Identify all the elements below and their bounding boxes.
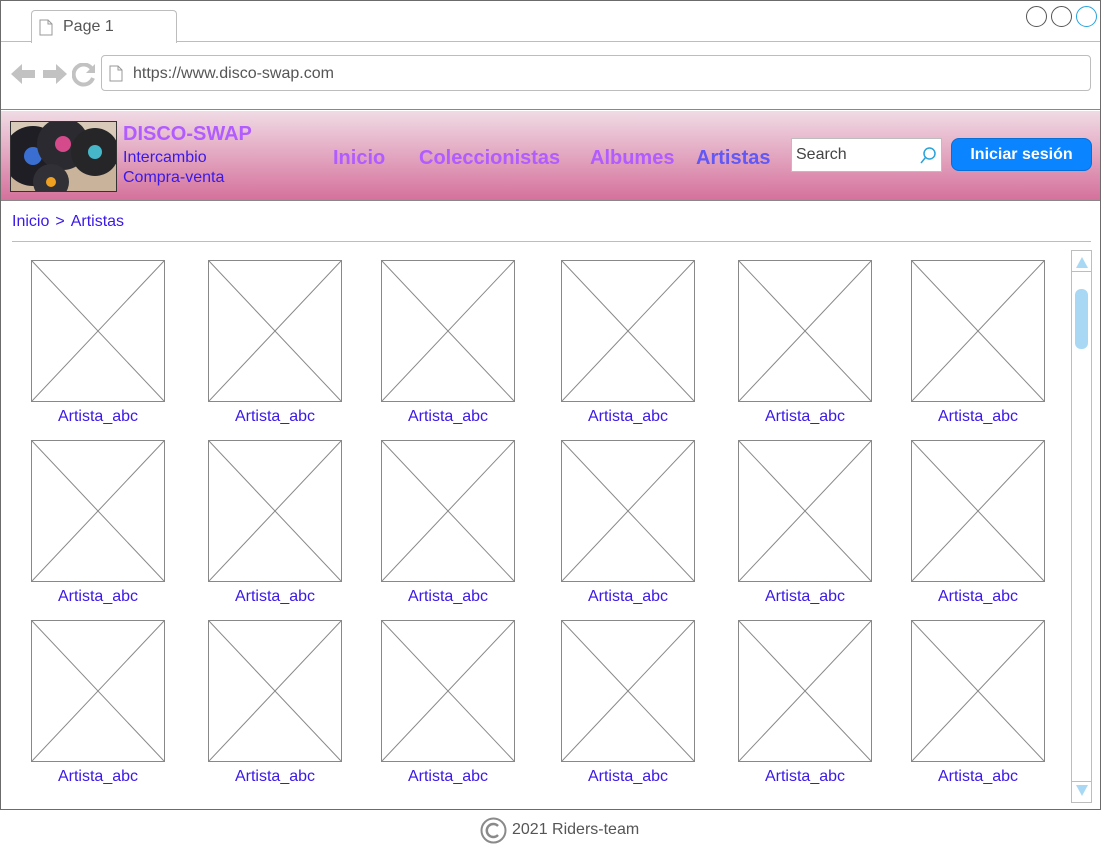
scroll-up-icon[interactable] [1076, 257, 1088, 268]
image-placeholder-icon [209, 261, 341, 401]
artist-name[interactable]: Artista_abc [8, 768, 188, 786]
tab-bar: Page 1 [1, 1, 1100, 43]
search-icon[interactable] [920, 147, 936, 165]
artist-card-image[interactable] [381, 620, 515, 762]
window-maximize-button[interactable] [1051, 6, 1072, 27]
login-button[interactable]: Iniciar sesión [951, 138, 1092, 171]
scrollbar-separator [1072, 271, 1091, 272]
artist-name[interactable]: Artista_abc [185, 588, 365, 606]
artist-name[interactable]: Artista_abc [358, 408, 538, 426]
vinyl-records-image [11, 122, 116, 191]
artist-card-image[interactable] [738, 620, 872, 762]
reload-icon[interactable] [72, 63, 96, 87]
artist-name[interactable]: Artista_abc [888, 588, 1068, 606]
scroll-thumb[interactable] [1075, 289, 1088, 349]
artist-name[interactable]: Artista_abc [715, 768, 895, 786]
artist-card-image[interactable] [738, 440, 872, 582]
image-placeholder-icon [912, 621, 1044, 761]
artist-card-image[interactable] [31, 440, 165, 582]
artist-card-image[interactable] [208, 440, 342, 582]
artist-name[interactable]: Artista_abc [538, 768, 718, 786]
footer-text: 2021 Riders-team [512, 821, 640, 838]
url-text: https://www.disco-swap.com [133, 65, 334, 82]
copyright-icon [480, 817, 507, 844]
artist-name[interactable]: Artista_abc [185, 768, 365, 786]
browser-window: Page 1 https://www.disco-swap.com DISCO-… [0, 0, 1101, 810]
nav-inicio[interactable]: Inicio [333, 147, 385, 170]
scroll-down-icon[interactable] [1076, 785, 1088, 796]
image-placeholder-icon [32, 621, 164, 761]
address-bar[interactable]: https://www.disco-swap.com [101, 55, 1091, 91]
artist-card-image[interactable] [381, 440, 515, 582]
breadcrumb-home[interactable]: Inicio [12, 213, 49, 230]
window-close-button[interactable] [1076, 6, 1097, 27]
footer: 2021 Riders-team [0, 815, 1101, 844]
artist-card-image[interactable] [911, 440, 1045, 582]
image-placeholder-icon [32, 261, 164, 401]
divider [12, 241, 1091, 242]
artist-card-image[interactable] [31, 260, 165, 402]
artist-card-image[interactable] [381, 260, 515, 402]
tab-label: Page 1 [63, 18, 114, 35]
image-placeholder-icon [562, 441, 694, 581]
artist-card-image[interactable] [561, 620, 695, 762]
artist-card-image[interactable] [208, 260, 342, 402]
arrow-right-icon[interactable] [41, 63, 67, 85]
image-placeholder-icon [382, 621, 514, 761]
image-placeholder-icon [382, 261, 514, 401]
artist-name[interactable]: Artista_abc [538, 408, 718, 426]
tagline-exchange: Intercambio [123, 149, 207, 166]
site-logo[interactable] [10, 121, 117, 192]
artist-name[interactable]: Artista_abc [8, 588, 188, 606]
image-placeholder-icon [912, 441, 1044, 581]
arrow-left-icon[interactable] [11, 63, 37, 85]
image-placeholder-icon [912, 261, 1044, 401]
artist-card-image[interactable] [911, 620, 1045, 762]
search-input[interactable] [796, 145, 918, 165]
artist-name[interactable]: Artista_abc [888, 408, 1068, 426]
artist-card-image[interactable] [561, 440, 695, 582]
artist-name[interactable]: Artista_abc [185, 408, 365, 426]
artist-card-image[interactable] [911, 260, 1045, 402]
page-icon [39, 19, 53, 36]
search-box [791, 138, 942, 172]
image-placeholder-icon [562, 261, 694, 401]
artist-name[interactable]: Artista_abc [358, 588, 538, 606]
artist-card-image[interactable] [208, 620, 342, 762]
artist-name[interactable]: Artista_abc [888, 768, 1068, 786]
artist-card-image[interactable] [31, 620, 165, 762]
tagline-buy-sell: Compra-venta [123, 169, 225, 186]
nav-albumes[interactable]: Albumes [590, 147, 674, 170]
image-placeholder-icon [739, 441, 871, 581]
nav-coleccionistas[interactable]: Coleccionistas [419, 147, 560, 170]
scrollbar[interactable] [1071, 250, 1092, 803]
browser-tab[interactable]: Page 1 [31, 10, 177, 43]
breadcrumb: Inicio > Artistas [12, 213, 130, 231]
artist-name[interactable]: Artista_abc [538, 588, 718, 606]
image-placeholder-icon [382, 441, 514, 581]
artist-name[interactable]: Artista_abc [715, 588, 895, 606]
artist-card-image[interactable] [738, 260, 872, 402]
image-placeholder-icon [209, 621, 341, 761]
artist-name[interactable]: Artista_abc [715, 408, 895, 426]
image-placeholder-icon [209, 441, 341, 581]
artist-name[interactable]: Artista_abc [8, 408, 188, 426]
brand-name[interactable]: DISCO-SWAP [123, 123, 252, 146]
site-header: DISCO-SWAP Intercambio Compra-venta Inic… [1, 111, 1100, 201]
breadcrumb-separator: > [55, 213, 65, 230]
image-placeholder-icon [562, 621, 694, 761]
image-placeholder-icon [739, 261, 871, 401]
image-placeholder-icon [32, 441, 164, 581]
artist-name[interactable]: Artista_abc [358, 768, 538, 786]
window-minimize-button[interactable] [1026, 6, 1047, 27]
page-icon [109, 65, 123, 82]
address-row: https://www.disco-swap.com [1, 43, 1100, 110]
scrollbar-separator [1072, 781, 1091, 782]
nav-artistas[interactable]: Artistas [696, 147, 770, 170]
artist-card-image[interactable] [561, 260, 695, 402]
breadcrumb-current: Artistas [70, 213, 125, 230]
image-placeholder-icon [739, 621, 871, 761]
